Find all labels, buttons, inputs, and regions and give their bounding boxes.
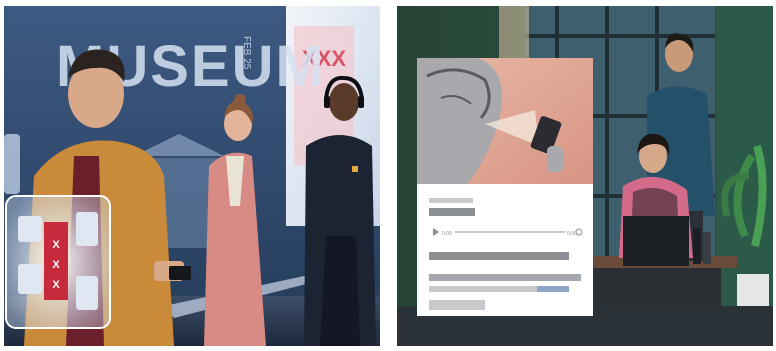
placeholder-button — [429, 300, 485, 310]
player-time-start: 0:00 — [442, 231, 452, 237]
placeholder-bar — [429, 286, 537, 292]
placeholder-line — [429, 198, 473, 203]
laptop — [623, 216, 689, 266]
player-track[interactable] — [455, 231, 565, 233]
player-time-end: 0:00 — [567, 231, 577, 237]
svg-text:X: X — [52, 259, 60, 271]
holographic-edge — [4, 134, 20, 194]
museum-sign-date: FEB 25 — [241, 36, 252, 70]
office-scene: 0:00 0:00 — [397, 6, 773, 346]
placeholder-bar — [429, 274, 581, 281]
video-lesson-card: 0:00 0:00 — [417, 58, 593, 316]
office-learning-photo: 0:00 0:00 — [397, 6, 773, 346]
museum-street-photo: XXX MUSEUM FEB 25 X X X — [4, 6, 380, 346]
placeholder-heading — [429, 208, 475, 216]
illustration-hand — [547, 146, 563, 172]
svg-text:X: X — [52, 239, 60, 251]
placeholder-bar — [429, 252, 569, 260]
image-pair: XXX MUSEUM FEB 25 X X X 0:00 0:00 — [0, 0, 776, 351]
svg-text:X: X — [52, 279, 60, 291]
binder — [693, 228, 701, 264]
binder — [703, 232, 711, 264]
placeholder-highlight — [537, 286, 569, 292]
holographic-panel: X X X — [5, 195, 111, 329]
museum-scene: XXX MUSEUM FEB 25 X X X — [4, 6, 380, 346]
